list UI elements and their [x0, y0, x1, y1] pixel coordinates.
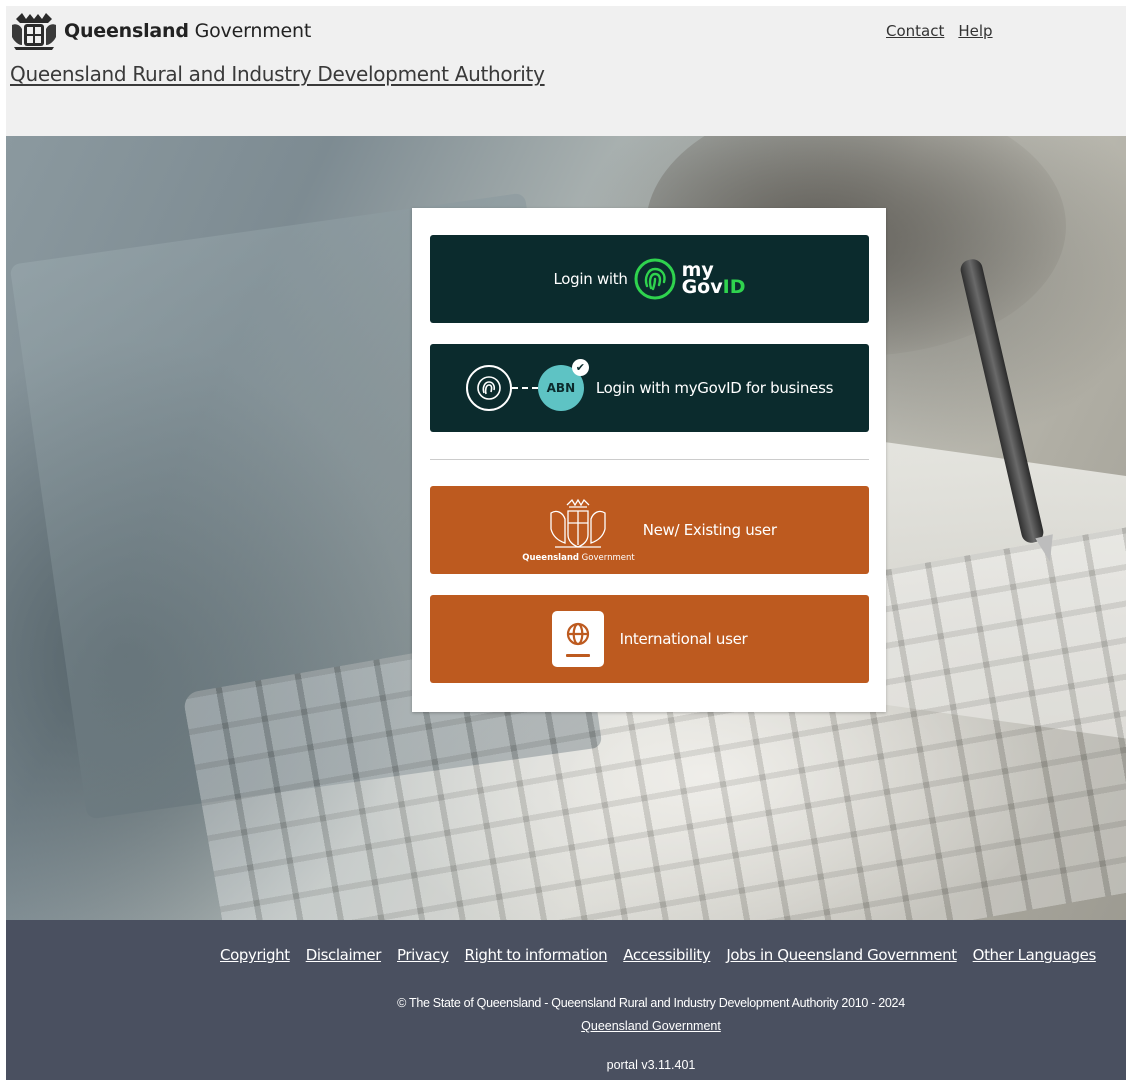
footer-version: portal v3.11.401: [606, 1058, 696, 1072]
footer-link-right-to-information[interactable]: Right to information: [465, 946, 608, 964]
footer-link-jobs[interactable]: Jobs in Queensland Government: [726, 946, 957, 964]
brand-name-light: Government: [194, 20, 312, 42]
hero-background: Login with my GovID ABN ✔ Login with myG…: [6, 136, 1126, 920]
international-user-label: International user: [619, 630, 748, 648]
brand-name: Queensland Government: [64, 20, 311, 42]
connector-dashes: [511, 387, 538, 389]
abn-graphic: ABN ✔: [465, 359, 589, 411]
login-mygovid-label: Login with: [553, 270, 628, 288]
mygovid-wordmark: my GovID: [681, 261, 746, 298]
footer-links: Copyright Disclaimer Privacy Right to in…: [220, 946, 1096, 964]
qld-crest-icon: [12, 13, 56, 50]
fingerprint-icon: [477, 376, 501, 400]
help-link[interactable]: Help: [958, 22, 992, 40]
footer-link-other-languages[interactable]: Other Languages: [973, 946, 1097, 964]
site-footer: Copyright Disclaimer Privacy Right to in…: [6, 920, 1126, 1080]
page-frame: Queensland Government Queensland Rural a…: [6, 6, 1126, 1080]
footer-qg: Queensland Government: [6, 1019, 1126, 1033]
mygovid-wordmark-id: ID: [722, 276, 746, 298]
international-user-button[interactable]: International user: [430, 595, 869, 683]
footer-link-copyright[interactable]: Copyright: [220, 946, 290, 964]
abn-check-icon: ✔: [571, 359, 589, 376]
divider: [430, 459, 869, 460]
fingerprint-icon: [634, 258, 676, 300]
passport-bar: [565, 653, 590, 657]
footer-link-disclaimer[interactable]: Disclaimer: [306, 946, 382, 964]
new-existing-user-button[interactable]: Queensland Government New/ Existing user: [430, 486, 869, 574]
header-links: Contact Help: [886, 22, 993, 40]
abn-badge: ABN ✔: [537, 359, 589, 411]
qld-government-logo: Queensland Government: [522, 497, 635, 563]
qld-crest-icon: [550, 498, 607, 548]
site-header: Queensland Government Queensland Rural a…: [6, 6, 1126, 136]
passport-icon: [551, 611, 604, 667]
qld-caption-light: Government: [581, 553, 635, 563]
qld-caption-bold: Queensland: [522, 553, 579, 563]
mygovid-logo: my GovID: [634, 258, 746, 300]
qld-government-logo-caption: Queensland Government: [522, 553, 634, 563]
footer-copyright: © The State of Queensland - Queensland R…: [397, 996, 905, 1010]
login-mygovid-business-label: Login with myGovID for business: [595, 379, 834, 397]
globe-icon: [566, 622, 589, 645]
mygovid-wordmark-gov-text: Gov: [681, 276, 723, 298]
mygovid-wordmark-gov: GovID: [681, 276, 746, 298]
login-mygovid-business-button[interactable]: ABN ✔ Login with myGovID for business: [430, 344, 869, 432]
footer-link-accessibility[interactable]: Accessibility: [623, 946, 711, 964]
footer-link-privacy[interactable]: Privacy: [397, 946, 449, 964]
abn-badge-text: ABN: [546, 381, 576, 395]
footer-qg-link[interactable]: Queensland Government: [581, 1019, 721, 1033]
brand-name-bold: Queensland: [64, 20, 189, 42]
login-mygovid-button[interactable]: Login with my GovID: [430, 235, 869, 323]
brand-logo[interactable]: Queensland Government: [10, 11, 311, 51]
business-fingerprint-icon: [465, 365, 512, 411]
new-existing-user-label: New/ Existing user: [642, 521, 777, 539]
login-card: Login with my GovID ABN ✔ Login with myG…: [412, 208, 886, 712]
contact-link[interactable]: Contact: [886, 22, 944, 40]
site-title-link[interactable]: Queensland Rural and Industry Developmen…: [10, 62, 545, 86]
